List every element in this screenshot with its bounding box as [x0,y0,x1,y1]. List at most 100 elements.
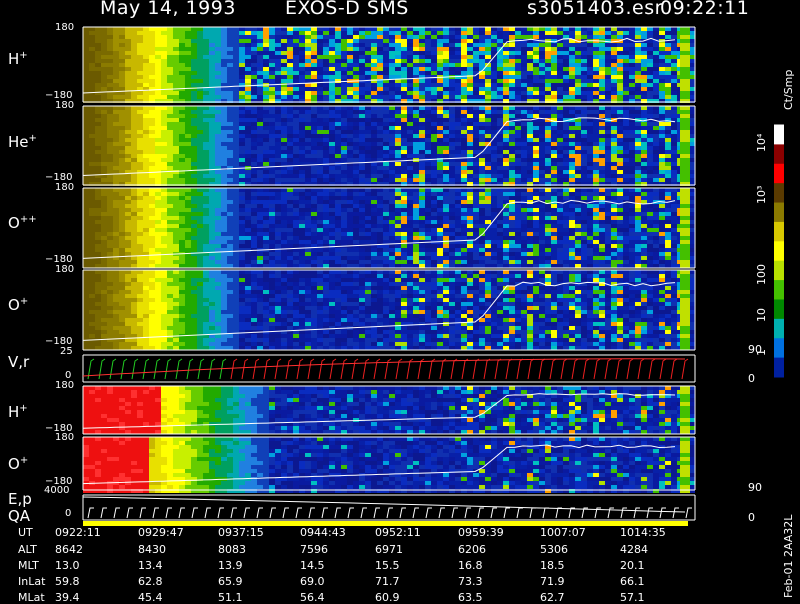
spectrogram-cell [629,27,635,31]
spectrogram-cell [299,236,305,240]
spectrogram-cell [479,55,485,59]
spectrogram-cell [653,146,659,150]
spectrogram-cell [161,39,167,43]
spectrogram-cell [599,51,605,55]
spectrogram-cell [569,130,575,134]
spectrogram-cell [281,244,287,248]
spectrogram-cell [593,114,599,118]
spectrogram-cell [341,248,347,252]
spectrogram-cell [299,138,305,142]
spectrogram-cell [599,43,605,47]
spectrogram-cell [545,126,551,130]
spectrogram-cell [635,31,641,35]
spectrogram-cell [623,178,629,182]
spectrogram-cell [437,178,443,182]
spectrogram-cell [191,264,197,268]
spectrogram-cell [89,244,95,248]
spectrogram-cell [503,162,509,166]
spectrogram-cell [131,83,137,87]
spectrogram-cell [119,216,125,220]
spectrogram-cell [191,224,197,228]
spectrogram-cell [305,192,311,196]
spectrogram-cell [149,248,155,252]
spectrogram-cell [137,174,143,178]
spectrogram-cell [215,208,221,212]
spectrogram-cell [125,130,131,134]
spectrogram-cell [287,75,293,79]
spectrogram-cell [647,75,653,79]
spectrogram-cell [245,134,251,138]
spectrogram-cell [251,192,257,196]
spectrogram-cell [335,196,341,200]
spectrogram-cell [587,35,593,39]
spectrogram-cell [485,27,491,31]
spectrogram-cell [509,63,515,67]
spectrogram-cell [251,178,257,182]
spectrogram-cell [293,154,299,158]
spectrogram-cell [155,118,161,122]
spectrogram-cell [629,63,635,67]
spectrogram-cell [431,150,437,154]
spectrogram-cell [113,95,119,99]
spectrogram-cell [263,220,269,224]
spectrogram-cell [263,63,269,67]
spectrogram-cell [101,75,107,79]
spectrogram-cell [569,166,575,170]
spectrogram-cell [515,174,521,178]
spectrogram-cell [239,134,245,138]
spectrogram-cell [347,248,353,252]
spectrogram-cell [503,178,509,182]
spectrogram-cell [89,228,95,232]
spectrogram-cell [371,67,377,71]
spectrogram-cell [437,138,443,142]
spectrogram-cell [617,110,623,114]
spectrogram-cell [671,142,677,146]
spectrogram-cell [251,51,257,55]
spectrogram-cell [329,166,335,170]
spectrogram-cell [275,55,281,59]
spectrogram-cell [245,146,251,150]
spectrogram-cell [191,240,197,244]
spectrogram-cell [575,146,581,150]
spectrogram-cell [539,83,545,87]
spectrogram-cell [107,146,113,150]
spectrogram-cell [329,87,335,91]
spectrogram-cell [125,75,131,79]
spectrogram-cell [377,71,383,75]
spectrogram-cell [323,178,329,182]
spectrogram-cell [539,146,545,150]
spectrogram-cell [233,162,239,166]
spectrogram-cell [149,59,155,63]
spectrogram-cell [353,220,359,224]
spectrogram-cell [629,122,635,126]
spectrogram-cell [563,126,569,130]
spectrogram-cell [317,31,323,35]
spectrogram-cell [137,150,143,154]
spectrogram-cell [575,178,581,182]
spectrogram-cell [569,71,575,75]
spectrogram-cell [119,188,125,192]
spectrogram-cell [557,110,563,114]
spectrogram-cell [407,95,413,99]
spectrogram-cell [197,200,203,204]
spectrogram-cell [479,43,485,47]
spectrogram-cell [311,220,317,224]
spectrogram-cell [647,146,653,150]
spectrogram-cell [161,154,167,158]
spectrogram-cell [281,192,287,196]
spectrogram-cell [431,87,437,91]
spectrogram-cell [311,134,317,138]
spectrogram-cell [521,170,527,174]
spectrogram-cell [167,264,173,268]
spectrogram-cell [131,51,137,55]
spectrogram-cell [83,224,89,228]
spectrogram-cell [257,224,263,228]
spectrogram-cell [143,174,149,178]
spectrogram-cell [299,59,305,63]
spectrogram-cell [263,192,269,196]
spectrogram-cell [113,138,119,142]
spectrogram-cell [569,51,575,55]
spectrogram-cell [539,63,545,67]
spectrogram-cell [527,31,533,35]
spectrogram-cell [599,87,605,91]
